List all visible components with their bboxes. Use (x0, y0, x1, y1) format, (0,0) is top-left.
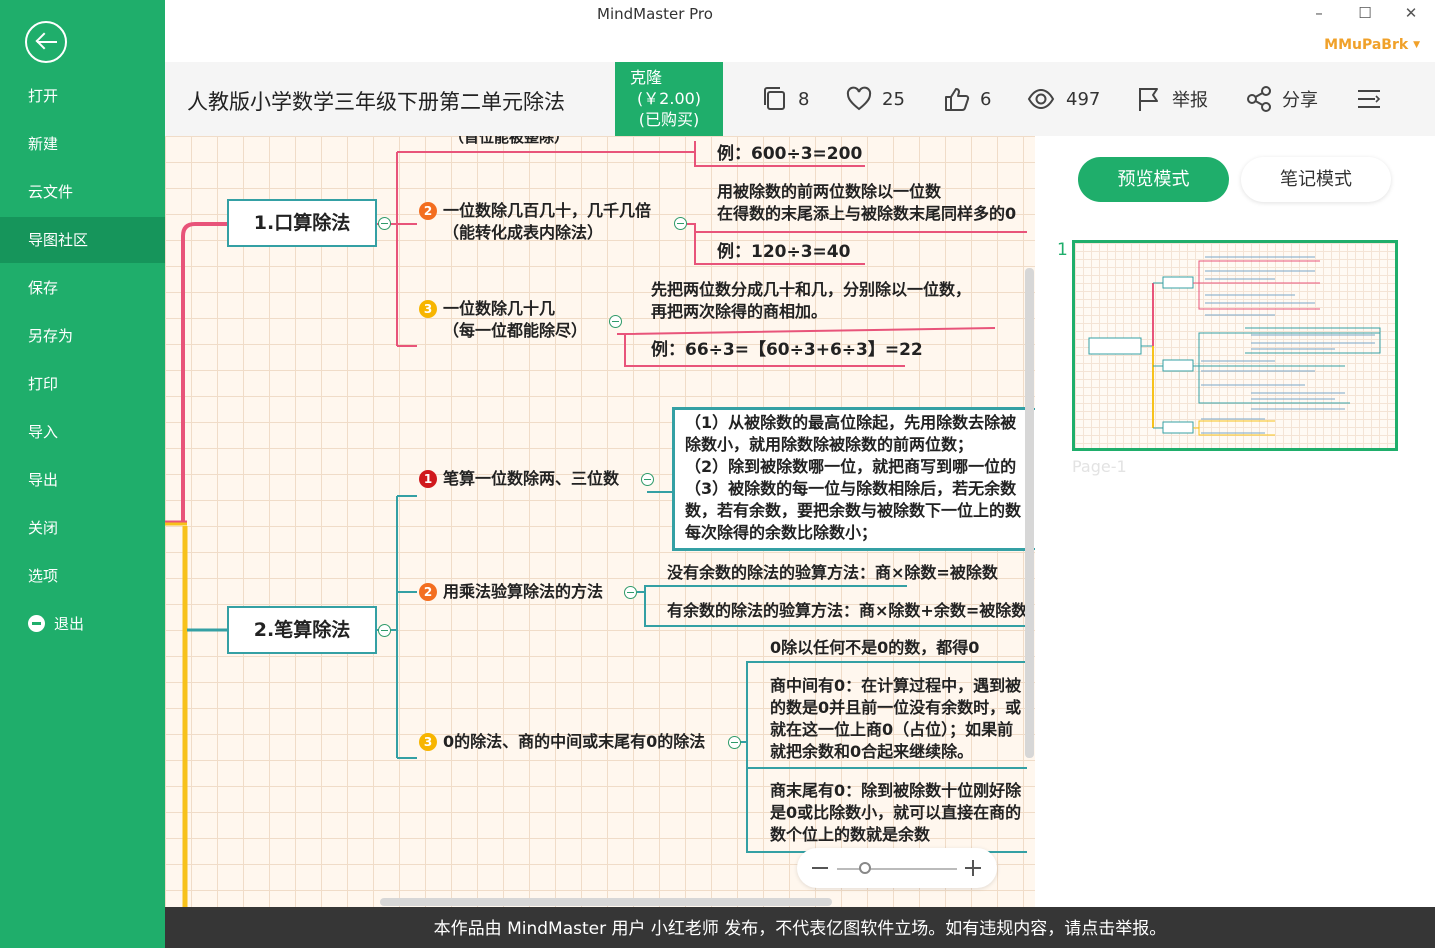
clone-label: 克隆 (630, 68, 663, 87)
exit-icon (28, 615, 45, 632)
node-zero-rule[interactable]: 0除以任何不是0的数，都得0 (770, 637, 979, 659)
thumbs-up-icon (945, 88, 970, 111)
node-verification[interactable]: 2 用乘法验算除法的方法 (419, 581, 603, 603)
node-oral-division[interactable]: 1.口算除法 (227, 199, 377, 247)
mindmap-canvas[interactable]: （首位能被整除） 例：600÷3=200 1.口算除法 2 一位数除几百几十，几千… (165, 136, 1035, 907)
share-label: 分享 (1282, 90, 1318, 111)
favorite-stat[interactable]: 25 (845, 86, 905, 112)
node-tens-desc[interactable]: 先把两位数分成几十和几，分别除以一位数， 再把两次除得的商相加。 (651, 279, 971, 323)
sidebar-item-open[interactable]: 打开 (0, 73, 165, 119)
sidebar-item-print[interactable]: 打印 (0, 361, 165, 407)
clone-status: (已购买) (638, 110, 700, 129)
node-written-steps-desc[interactable]: （1）从被除数的最高位除起，先用除数去除被 除数小，就用除数除被除数的前两位数；… (673, 408, 1035, 550)
sidebar-item-import[interactable]: 导入 (0, 409, 165, 455)
menu-lines-icon (1358, 90, 1381, 108)
node-zero-division[interactable]: 3 0的除法、商的中间或末尾有0的除法 (419, 731, 705, 753)
node-written-steps[interactable]: 1 笔算一位数除两、三位数 (419, 468, 619, 490)
document-title: 人教版小学数学三年级下册第二单元除法 (187, 90, 565, 114)
zoom-control (797, 848, 997, 888)
sidebar-item-save-as[interactable]: 另存为 (0, 313, 165, 359)
node-example-66[interactable]: 例：66÷3=【60÷3+6÷3】=22 (651, 339, 923, 361)
priority-badge: 1 (419, 470, 437, 488)
title-bar: MindMaster Pro – ☐ ✕ MMuPaBrk ▼ (165, 0, 1435, 62)
copy-pages-icon (764, 87, 785, 110)
minimize-button[interactable]: – (1307, 4, 1331, 22)
vertical-scrollbar[interactable] (1025, 268, 1034, 758)
node-hundreds-desc[interactable]: 用被除数的前两位数除以一位数 在得数的末尾添上与被除数末尾同样多的0 (717, 181, 1016, 225)
collapse-toggle[interactable] (378, 624, 391, 637)
username: MMuPaBrk (1324, 37, 1409, 53)
collapse-toggle[interactable] (674, 217, 687, 230)
zoom-in-icon[interactable] (965, 859, 983, 877)
horizontal-scrollbar[interactable] (380, 898, 832, 906)
clone-price: (￥2.00) (636, 89, 702, 108)
exit-label: 退出 (54, 615, 85, 633)
share-button[interactable]: 分享 (1245, 86, 1318, 112)
page-thumbnail[interactable] (1072, 240, 1398, 451)
sidebar-item-new[interactable]: 新建 (0, 121, 165, 167)
node-hundreds-division[interactable]: 2 一位数除几百几十，几千几倍 （能转化成表内除法） (419, 200, 651, 244)
share-icon (1247, 86, 1271, 112)
app-window: 打开 新建 云文件 导图社区 保存 另存为 打印 导入 导出 关闭 选项 退出 … (0, 0, 1435, 948)
pages-stat[interactable]: 8 (761, 86, 809, 112)
priority-badge: 2 (419, 202, 437, 220)
user-menu[interactable]: MMuPaBrk ▼ (1324, 37, 1420, 53)
collapse-toggle[interactable] (624, 586, 637, 599)
page-label: Page-1 (1072, 457, 1127, 476)
sidebar-item-options[interactable]: 选项 (0, 553, 165, 599)
priority-badge: 3 (419, 300, 437, 318)
node-example-120[interactable]: 例：120÷3=40 (717, 241, 850, 263)
collapse-toggle[interactable] (641, 473, 654, 486)
node-top-cutoff[interactable]: （首位能被整除） (449, 136, 569, 148)
document-header: 人教版小学数学三年级下册第二单元除法 克隆 (￥2.00) (已购买) 8 25… (165, 62, 1435, 136)
sidebar-item-save[interactable]: 保存 (0, 265, 165, 311)
views-count: 497 (1066, 88, 1101, 110)
node-example-600[interactable]: 例：600÷3=200 (717, 143, 862, 165)
clone-button[interactable]: 克隆 (￥2.00) (已购买) (615, 62, 723, 136)
note-mode-button[interactable]: 笔记模式 (1241, 157, 1391, 202)
preview-mode-button[interactable]: 预览模式 (1078, 157, 1229, 202)
like-stat[interactable]: 6 (943, 86, 991, 112)
footer-notice[interactable]: 本作品由 MindMaster 用户 小红老师 发布，不代表亿图软件立场。如有违… (165, 907, 1435, 948)
priority-badge: 2 (419, 583, 437, 601)
sidebar-item-close[interactable]: 关闭 (0, 505, 165, 551)
maximize-button[interactable]: ☐ (1353, 4, 1377, 22)
sidebar-item-community[interactable]: 导图社区 (0, 217, 165, 263)
back-arrow-icon[interactable] (25, 21, 67, 63)
node-verify-no-remainder[interactable]: 没有余数的除法的验算方法：商×除数=被除数 (667, 562, 998, 584)
collapse-toggle[interactable] (609, 315, 622, 328)
collapse-toggle[interactable] (728, 736, 741, 749)
app-title: MindMaster Pro (597, 5, 713, 23)
node-written-division[interactable]: 2.笔算除法 (227, 606, 377, 654)
favorites-count: 25 (882, 88, 905, 110)
likes-count: 6 (980, 88, 992, 110)
collapse-toggle[interactable] (378, 217, 391, 230)
flag-icon (1139, 88, 1158, 111)
menu-button[interactable] (1355, 86, 1392, 112)
heart-icon (846, 86, 872, 111)
sidebar-item-exit[interactable]: 退出 (0, 601, 165, 647)
node-verify-remainder[interactable]: 有余数的除法的验算方法：商×除数+余数=被除数 (667, 600, 1027, 622)
right-panel: 预览模式 笔记模式 1 Page-1 (1035, 136, 1435, 907)
pages-count: 8 (798, 88, 810, 110)
sidebar-item-cloud-files[interactable]: 云文件 (0, 169, 165, 215)
close-button[interactable]: ✕ (1399, 4, 1423, 22)
zoom-slider-handle[interactable] (859, 862, 871, 874)
zoom-slider-track[interactable] (837, 868, 957, 870)
report-label: 举报 (1172, 90, 1208, 111)
eye-icon (1027, 88, 1055, 110)
zoom-out-icon[interactable] (812, 867, 828, 869)
sidebar: 打开 新建 云文件 导图社区 保存 另存为 打印 导入 导出 关闭 选项 退出 (0, 0, 165, 948)
views-stat: 497 (1025, 86, 1100, 112)
node-tens-division[interactable]: 3 一位数除几十几 （每一位都能除尽） (419, 298, 587, 342)
report-button[interactable]: 举报 (1135, 86, 1208, 112)
thumbnail-mindmap (1088, 256, 1381, 436)
caret-down-icon: ▼ (1413, 40, 1420, 50)
priority-badge: 3 (419, 733, 437, 751)
sidebar-item-export[interactable]: 导出 (0, 457, 165, 503)
page-number: 1 (1057, 240, 1068, 260)
node-zero-end[interactable]: 商末尾有0：除到被除数十位刚好除 是0或比除数小，就可以直接在商的 数个位上的数… (770, 780, 1021, 846)
node-zero-middle[interactable]: 商中间有0：在计算过程中，遇到被 的数是0并且前一位没有余数时，或 就在这一位上… (770, 675, 1021, 763)
